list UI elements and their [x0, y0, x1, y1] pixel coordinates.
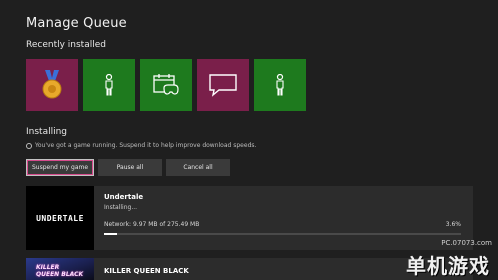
item-percent: 3.6%: [445, 221, 461, 228]
recent-tile-events[interactable]: [140, 59, 192, 111]
medal-icon: [42, 70, 62, 99]
recent-tile-achievements[interactable]: [26, 59, 78, 111]
progress-bar: [104, 233, 461, 235]
watermark-site: PC.07073.com: [441, 239, 492, 247]
watermark-brand: 单机游戏: [406, 254, 490, 278]
recent-tile-messages[interactable]: [197, 59, 249, 111]
suspend-game-button[interactable]: Suspend my game: [26, 159, 94, 176]
recent-tile-avatar-2[interactable]: [254, 59, 306, 111]
undertale-cover-art: UNDERTALE: [26, 186, 94, 250]
progress-bar-fill: [104, 233, 117, 235]
action-buttons: Suspend my game Pause all Cancel all: [26, 159, 230, 176]
avatar-figure-icon: [276, 74, 284, 96]
chat-bubble-icon: [209, 74, 237, 97]
killer-queen-logo-text: KILLER QUEEN BLACK: [36, 264, 84, 278]
item-name: Undertale: [104, 193, 144, 201]
undertale-logo-text: UNDERTALE: [36, 213, 84, 223]
item-name: KILLER QUEEN BLACK: [104, 267, 189, 275]
avatar-figure-icon: [105, 74, 113, 96]
page-title: Manage Queue: [26, 16, 127, 31]
recently-installed-row: [26, 59, 306, 111]
item-status: Installing...: [104, 204, 138, 211]
item-network-progress: Network: 9.97 MB of 275.49 MB: [104, 221, 200, 228]
info-text: You've got a game running. Suspend it to…: [35, 142, 257, 149]
info-message: You've got a game running. Suspend it to…: [26, 142, 256, 149]
queue-item-undertale[interactable]: UNDERTALE Undertale Installing... Networ…: [26, 186, 473, 250]
recently-installed-label: Recently installed: [26, 40, 106, 50]
info-icon: [26, 142, 32, 149]
pause-all-button[interactable]: Pause all: [98, 159, 162, 176]
calendar-controller-icon: [153, 74, 179, 95]
recent-tile-avatar[interactable]: [83, 59, 135, 111]
killer-queen-black-cover-art: KILLER QUEEN BLACK: [26, 258, 94, 280]
cancel-all-button[interactable]: Cancel all: [166, 159, 230, 176]
installing-label: Installing: [26, 127, 68, 137]
